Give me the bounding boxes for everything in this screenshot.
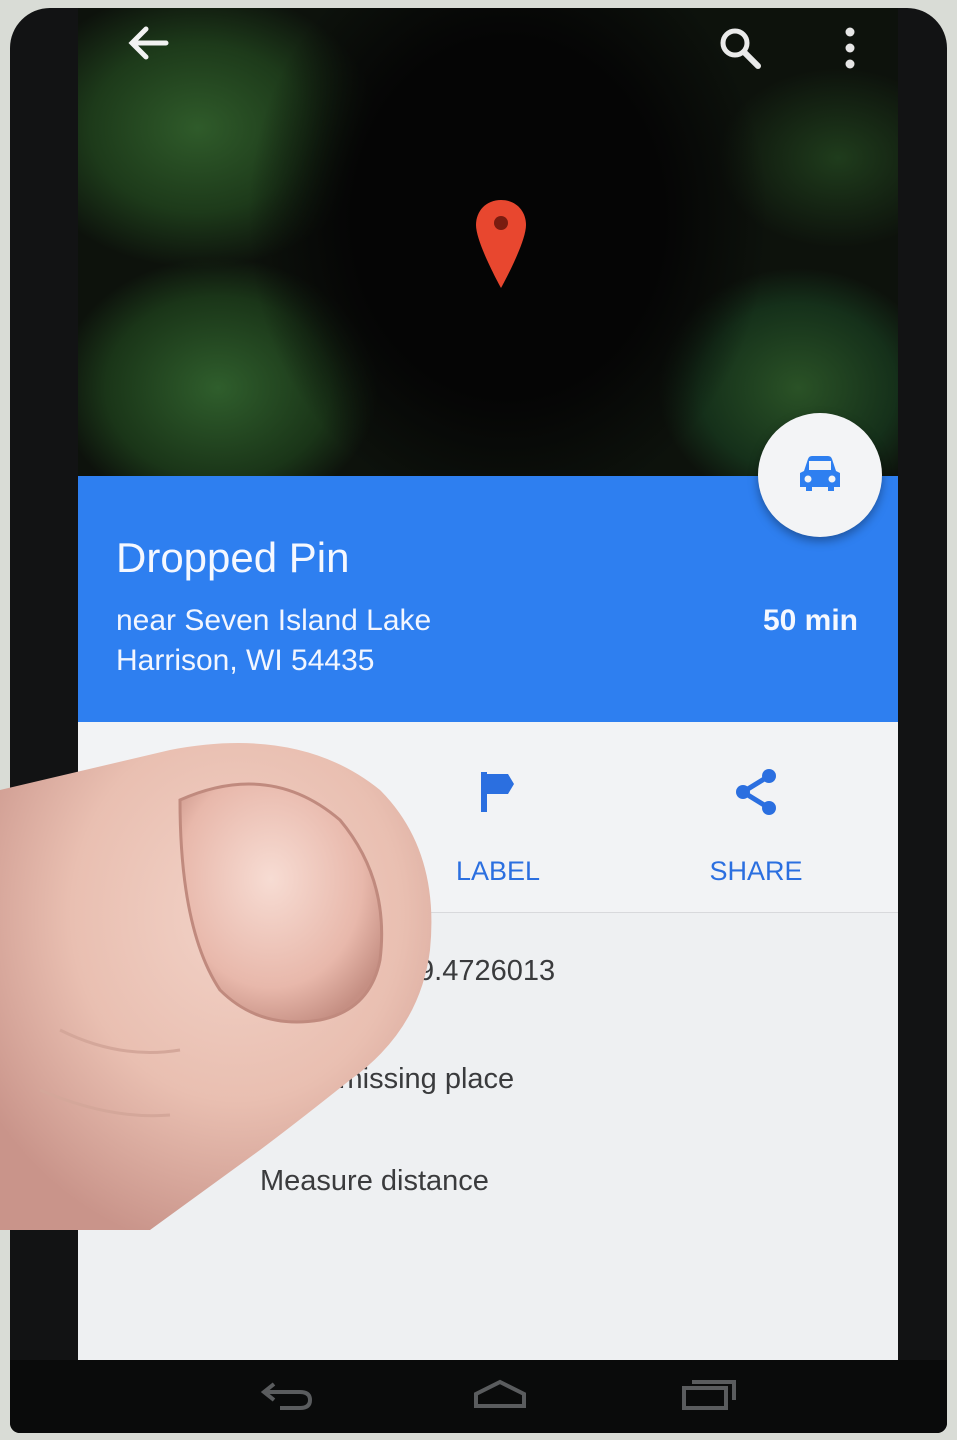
search-icon[interactable] — [710, 18, 770, 78]
details-list: 6, -89.4726013 dd a missing place Measur… — [78, 913, 898, 1360]
ruler-icon — [136, 1169, 182, 1196]
coordinates-text: 6, -89.4726013 — [360, 955, 556, 987]
add-missing-place-text: dd a missing place — [274, 1063, 515, 1095]
map-pin-icon[interactable] — [473, 198, 529, 290]
address-line-2: Harrison, WI 54435 — [116, 644, 375, 677]
coordinates-row[interactable]: 6, -89.4726013 — [78, 923, 898, 1013]
action-bar: LABEL SHARE — [78, 722, 898, 913]
label-button-text: LABEL — [455, 856, 541, 886]
arrow-left-icon[interactable] — [118, 18, 178, 68]
satellite-map[interactable] — [78, 8, 898, 478]
flag-icon — [418, 762, 578, 822]
drive-time: 50 min — [762, 604, 858, 637]
directions-fab[interactable] — [758, 413, 882, 537]
measure-distance-text: Measure distance — [260, 1165, 489, 1197]
phone-frame: Dropped Pin near Seven Island Lake Harri… — [10, 8, 947, 1433]
share-button-text: SHARE — [709, 856, 803, 886]
nav-back-icon[interactable] — [260, 1378, 316, 1412]
nav-recent-icon[interactable] — [680, 1378, 738, 1412]
more-vert-icon[interactable] — [830, 18, 870, 78]
add-missing-place-row[interactable]: dd a missing place — [78, 1031, 898, 1121]
share-icon — [676, 762, 836, 822]
nav-home-icon[interactable] — [470, 1378, 530, 1412]
place-title: Dropped Pin — [116, 534, 350, 581]
address-line-1: near Seven Island Lake — [116, 604, 432, 637]
label-button[interactable]: LABEL — [418, 762, 578, 886]
car-icon — [796, 453, 844, 498]
measure-distance-row[interactable]: Measure distance — [78, 1133, 898, 1223]
system-nav-bar — [10, 1360, 947, 1433]
screen: Dropped Pin near Seven Island Lake Harri… — [78, 8, 898, 1360]
share-button[interactable]: SHARE — [676, 762, 836, 886]
